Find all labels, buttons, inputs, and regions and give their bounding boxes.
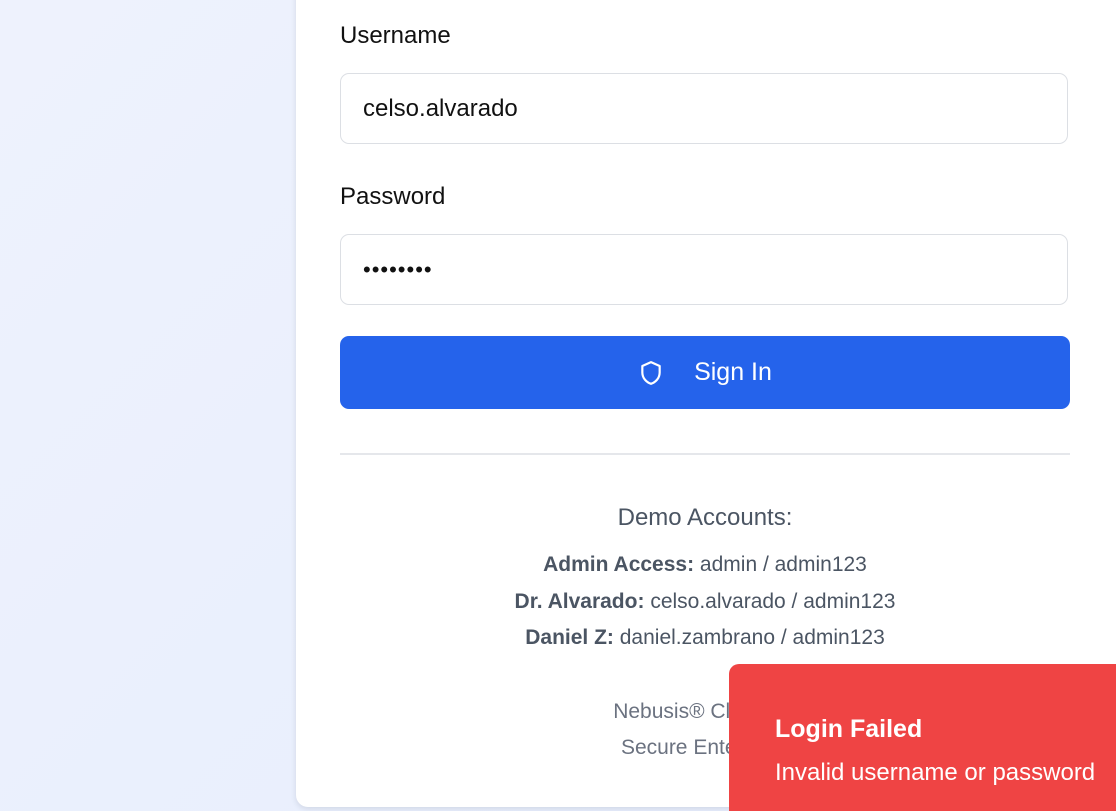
sign-in-label: Sign In xyxy=(694,358,772,386)
password-label: Password xyxy=(340,183,446,210)
toast-message: Invalid username or password xyxy=(775,759,1096,786)
divider xyxy=(340,453,1070,455)
shield-icon xyxy=(638,359,664,387)
demo-account-name: Dr. Alvarado: xyxy=(514,590,645,613)
sign-in-button[interactable]: Sign In xyxy=(340,336,1070,409)
demo-account-credentials: admin / admin123 xyxy=(699,553,867,576)
demo-account-credentials: daniel.zambrano / admin123 xyxy=(619,626,885,649)
username-label: Username xyxy=(340,22,451,49)
demo-account-name: Admin Access: xyxy=(543,553,695,576)
demo-accounts-title: Demo Accounts: xyxy=(617,504,793,531)
password-input[interactable] xyxy=(340,234,1068,305)
username-input[interactable] xyxy=(340,73,1068,144)
demo-account-daniel: Daniel Z: daniel.zambrano / admin123 xyxy=(340,625,1070,651)
toast-title: Login Failed xyxy=(775,715,923,743)
demo-account-name: Daniel Z: xyxy=(525,626,614,649)
demo-account-admin: Admin Access: admin / admin123 xyxy=(340,552,1070,578)
demo-account-credentials: celso.alvarado / admin123 xyxy=(650,590,896,613)
error-toast[interactable]: Login Failed Invalid username or passwor… xyxy=(729,664,1116,811)
demo-account-alvarado: Dr. Alvarado: celso.alvarado / admin123 xyxy=(340,589,1070,615)
